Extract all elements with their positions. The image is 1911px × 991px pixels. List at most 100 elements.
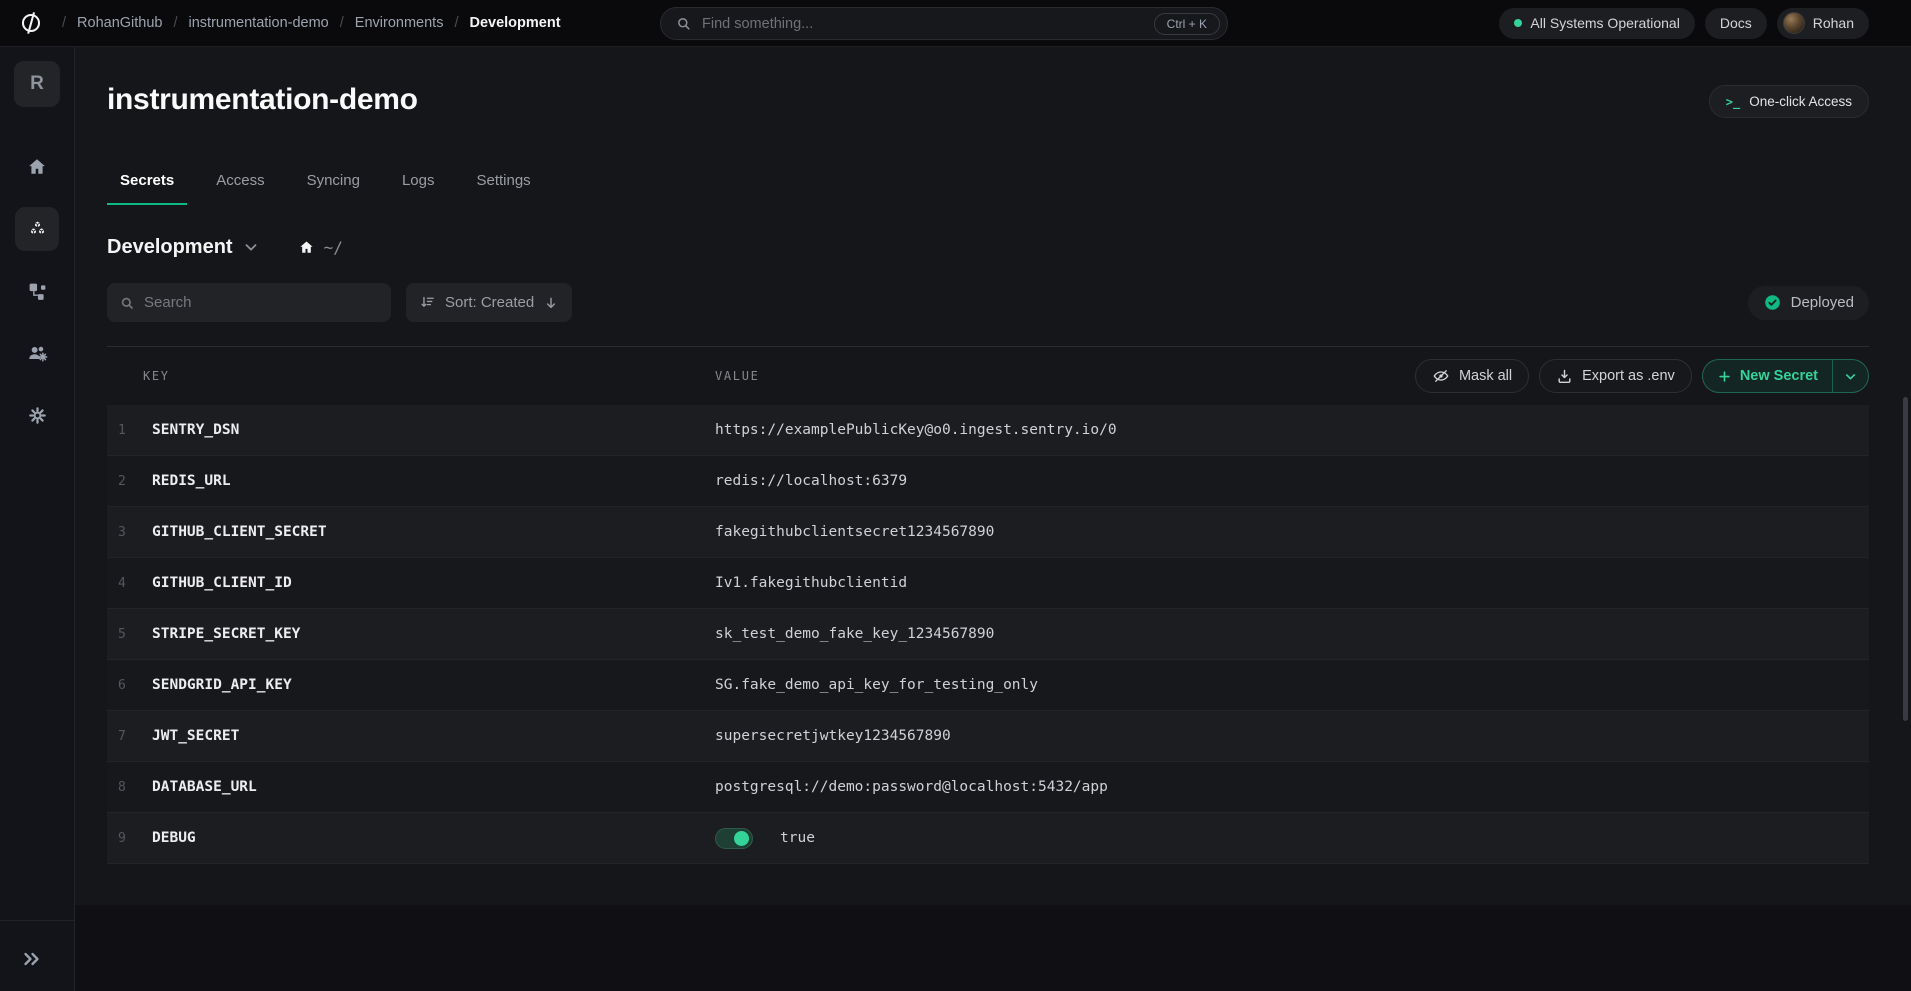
secret-value[interactable]: supersecretjwtkey1234567890 bbox=[715, 728, 1869, 744]
export-env-button[interactable]: Export as .env bbox=[1539, 359, 1692, 393]
system-status-pill[interactable]: All Systems Operational bbox=[1499, 8, 1694, 39]
table-row[interactable]: 5 STRIPE_SECRET_KEY sk_test_demo_fake_ke… bbox=[107, 609, 1869, 660]
plus-icon bbox=[1717, 369, 1732, 384]
breadcrumb-separator: / bbox=[340, 15, 344, 31]
tab-access[interactable]: Access bbox=[203, 171, 277, 205]
debug-toggle[interactable] bbox=[715, 828, 753, 849]
table-row[interactable]: 7 JWT_SECRET supersecretjwtkey1234567890 bbox=[107, 711, 1869, 762]
sort-bars-icon bbox=[419, 294, 436, 311]
secret-value[interactable]: sk_test_demo_fake_key_1234567890 bbox=[715, 626, 1869, 642]
secret-value[interactable]: redis://localhost:6379 bbox=[715, 473, 1869, 489]
keyboard-shortcut-badge: Ctrl + K bbox=[1154, 13, 1220, 35]
key-column-header: KEY bbox=[143, 369, 715, 383]
toggle-knob bbox=[734, 831, 749, 846]
secret-value[interactable]: Iv1.fakegithubclientid bbox=[715, 575, 1869, 591]
secrets-table: KEY VALUE Mask all bbox=[107, 346, 1869, 864]
sort-label: Sort: Created bbox=[445, 294, 534, 311]
chevron-down-icon bbox=[1843, 369, 1858, 384]
secret-value[interactable]: true bbox=[715, 828, 1869, 849]
download-icon bbox=[1556, 368, 1573, 385]
chevron-down-icon[interactable] bbox=[242, 238, 260, 256]
search-icon bbox=[675, 15, 692, 32]
secret-value[interactable]: postgresql://demo:password@localhost:543… bbox=[715, 779, 1869, 795]
breadcrumb-current[interactable]: Development bbox=[469, 15, 560, 31]
tab-syncing[interactable]: Syncing bbox=[294, 171, 373, 205]
sidebar-item-members[interactable] bbox=[15, 331, 59, 375]
secrets-search-placeholder: Search bbox=[144, 294, 192, 311]
secret-key[interactable]: GITHUB_CLIENT_SECRET bbox=[152, 524, 715, 540]
secret-key[interactable]: DATABASE_URL bbox=[152, 779, 715, 795]
system-status-label: All Systems Operational bbox=[1530, 15, 1679, 31]
secret-key[interactable]: STRIPE_SECRET_KEY bbox=[152, 626, 715, 642]
row-number: 2 bbox=[118, 474, 142, 489]
row-number: 8 bbox=[118, 780, 142, 795]
breadcrumb-org[interactable]: RohanGithub bbox=[77, 15, 162, 31]
new-secret-label: New Secret bbox=[1740, 368, 1818, 384]
phase-logo-icon[interactable] bbox=[18, 10, 44, 36]
breadcrumb-app[interactable]: instrumentation-demo bbox=[189, 15, 329, 31]
docs-label: Docs bbox=[1720, 15, 1752, 31]
tab-secrets[interactable]: Secrets bbox=[107, 171, 187, 205]
table-row[interactable]: 1 SENTRY_DSN https://examplePublicKey@o0… bbox=[107, 405, 1869, 456]
root-folder-home-icon[interactable] bbox=[298, 239, 315, 256]
gear-icon bbox=[27, 405, 48, 426]
secret-key[interactable]: GITHUB_CLIENT_ID bbox=[152, 575, 715, 591]
mask-all-button[interactable]: Mask all bbox=[1415, 359, 1529, 393]
terminal-icon: >_ bbox=[1726, 95, 1740, 109]
scrollbar[interactable] bbox=[1903, 397, 1908, 721]
mask-all-label: Mask all bbox=[1459, 368, 1512, 384]
sort-button[interactable]: Sort: Created bbox=[406, 283, 572, 322]
deployed-status-badge: Deployed bbox=[1748, 286, 1869, 320]
tab-bar: Secrets Access Syncing Logs Settings bbox=[107, 171, 1869, 205]
row-number: 4 bbox=[118, 576, 142, 591]
tab-settings[interactable]: Settings bbox=[463, 171, 543, 205]
secret-value[interactable]: SG.fake_demo_api_key_for_testing_only bbox=[715, 677, 1869, 693]
table-row[interactable]: 3 GITHUB_CLIENT_SECRET fakegithubclients… bbox=[107, 507, 1869, 558]
new-secret-button[interactable]: New Secret bbox=[1703, 360, 1832, 392]
secret-key[interactable]: REDIS_URL bbox=[152, 473, 715, 489]
row-number: 5 bbox=[118, 627, 142, 642]
global-search-placeholder: Find something... bbox=[702, 16, 1144, 32]
table-row[interactable]: 8 DATABASE_URL postgresql://demo:passwor… bbox=[107, 762, 1869, 813]
environment-selector[interactable]: Development bbox=[107, 236, 233, 259]
secret-value-text: true bbox=[780, 830, 815, 846]
expand-sidebar-icon[interactable] bbox=[20, 947, 74, 971]
secrets-search-input[interactable]: Search bbox=[107, 283, 391, 322]
secret-value[interactable]: fakegithubclientsecret1234567890 bbox=[715, 524, 1869, 540]
new-secret-split-button: New Secret bbox=[1702, 359, 1869, 393]
tab-logs[interactable]: Logs bbox=[389, 171, 448, 205]
table-header-row: KEY VALUE Mask all bbox=[107, 347, 1869, 405]
one-click-access-button[interactable]: >_ One-click Access bbox=[1709, 85, 1869, 118]
breadcrumb-environments[interactable]: Environments bbox=[355, 15, 444, 31]
table-row[interactable]: 6 SENDGRID_API_KEY SG.fake_demo_api_key_… bbox=[107, 660, 1869, 711]
sidebar-item-apps[interactable] bbox=[15, 207, 59, 251]
environment-path[interactable]: ~/ bbox=[324, 238, 343, 257]
global-search-input[interactable]: Find something... Ctrl + K bbox=[660, 7, 1228, 40]
topbar: / RohanGithub / instrumentation-demo / E… bbox=[0, 0, 1911, 47]
secret-key[interactable]: SENTRY_DSN bbox=[152, 422, 715, 438]
sidebar: R bbox=[0, 47, 75, 991]
breadcrumb-separator: / bbox=[62, 15, 66, 31]
org-switcher-button[interactable]: R bbox=[14, 61, 60, 107]
sidebar-item-integrations[interactable] bbox=[15, 269, 59, 313]
arrow-down-icon bbox=[543, 295, 559, 311]
table-row[interactable]: 4 GITHUB_CLIENT_ID Iv1.fakegithubclienti… bbox=[107, 558, 1869, 609]
secret-key[interactable]: SENDGRID_API_KEY bbox=[152, 677, 715, 693]
content-panel: instrumentation-demo >_ One-click Access… bbox=[75, 47, 1911, 905]
row-number: 3 bbox=[118, 525, 142, 540]
table-row[interactable]: 2 REDIS_URL redis://localhost:6379 bbox=[107, 456, 1869, 507]
sidebar-item-settings[interactable] bbox=[15, 393, 59, 437]
table-row[interactable]: 9 DEBUG true bbox=[107, 813, 1869, 864]
value-column-header: VALUE bbox=[715, 369, 760, 383]
check-circle-icon bbox=[1763, 293, 1782, 312]
user-menu-button[interactable]: Rohan bbox=[1777, 8, 1869, 39]
new-secret-menu-button[interactable] bbox=[1833, 360, 1868, 392]
docs-button[interactable]: Docs bbox=[1705, 8, 1767, 39]
secret-value[interactable]: https://examplePublicKey@o0.ingest.sentr… bbox=[715, 422, 1869, 438]
sidebar-item-home[interactable] bbox=[15, 145, 59, 189]
cubes-icon bbox=[26, 218, 49, 241]
secret-key[interactable]: DEBUG bbox=[152, 830, 715, 846]
secret-key[interactable]: JWT_SECRET bbox=[152, 728, 715, 744]
user-name: Rohan bbox=[1813, 15, 1854, 31]
main-area: instrumentation-demo >_ One-click Access… bbox=[75, 47, 1911, 991]
